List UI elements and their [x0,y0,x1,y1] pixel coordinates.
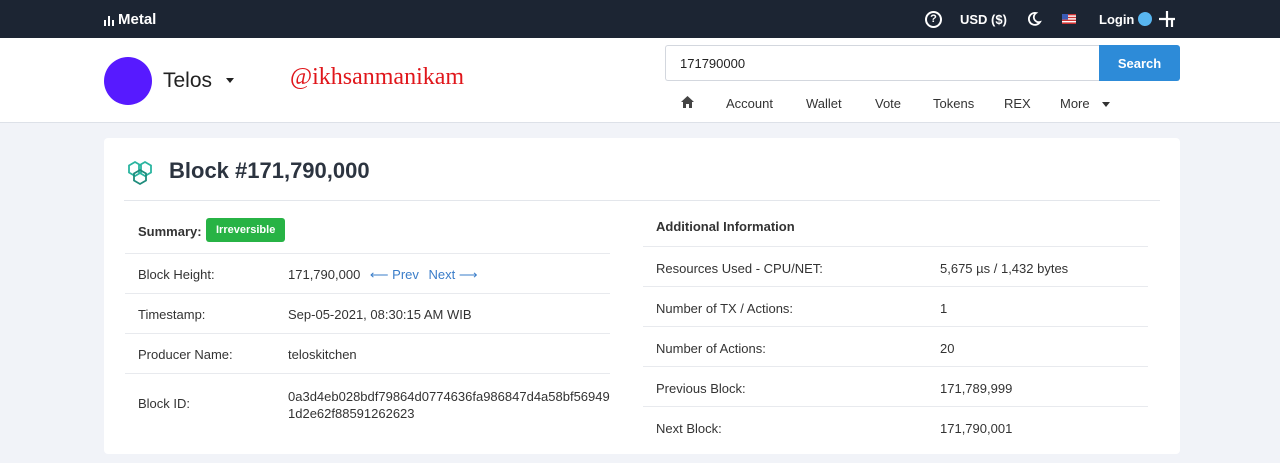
chain-name[interactable]: Telos [163,69,212,93]
resources-value: 5,675 µs / 1,432 bytes [940,261,1069,276]
moon-icon[interactable] [1026,11,1042,27]
flag-icon[interactable] [1062,14,1076,24]
help-icon[interactable]: ? [925,11,942,28]
resources-label: Resources Used - CPU/NET: [656,261,823,276]
additional-info-header: Additional Information [643,210,1148,247]
producer-label: Producer Name: [138,347,233,362]
nav-tokens[interactable]: Tokens [933,96,974,111]
next-block-link[interactable]: 171,790,001 [940,421,1012,436]
top-bar: Metal ? USD ($) Login [0,0,1280,38]
status-badge: Irreversible [206,218,286,242]
prev-block-link[interactable]: ⟵ Prev [370,267,419,282]
resources-row: Resources Used - CPU/NET: 5,675 µs / 1,4… [643,247,1148,287]
brand-logo[interactable]: Metal [104,11,156,28]
brand-mark-icon [104,14,114,26]
watermark-text: @ikhsanmanikam [290,64,465,90]
search-input[interactable] [665,45,1099,81]
divider [124,200,1160,201]
page-title: Block #171,790,000 [169,158,370,183]
login-status-icon [1138,12,1152,26]
timestamp-label: Timestamp: [138,307,206,322]
producer-row: Producer Name: teloskitchen [125,334,610,374]
chevron-down-icon[interactable] [1102,102,1110,107]
nav-rex[interactable]: REX [1004,96,1031,111]
timestamp-value: Sep-05-2021, 08:30:15 AM WIB [288,307,472,322]
summary-label: Summary: [138,224,202,239]
plus-icon[interactable] [1158,10,1176,28]
nav-account[interactable]: Account [726,96,773,111]
nav-more[interactable]: More [1060,96,1090,111]
currency-selector[interactable]: USD ($) [960,12,1007,27]
tx-actions-row: Number of TX / Actions: 1 [643,287,1148,327]
header: Telos @ikhsanmanikam Search Account Wall… [0,38,1280,123]
block-icon [128,160,152,186]
block-height-value: 171,790,000 ⟵ Prev Next ⟶ [288,267,478,283]
previous-block-label: Previous Block: [656,381,746,396]
additional-info-title: Additional Information [656,219,795,234]
timestamp-row: Timestamp: Sep-05-2021, 08:30:15 AM WIB [125,294,610,334]
nav-wallet[interactable]: Wallet [806,96,842,111]
next-block-link[interactable]: Next ⟶ [429,267,478,282]
next-block-row: Next Block: 171,790,001 [643,407,1148,447]
tx-actions-label: Number of TX / Actions: [656,301,794,316]
actions-label: Number of Actions: [656,341,766,356]
block-id-line-2: 1d2e62f88591262623 [288,406,415,421]
actions-value: 20 [940,341,955,356]
block-height-number: 171,790,000 [288,267,361,282]
block-id-value: 0a3d4eb028bdf79864d0774636fa986847d4a58b… [288,388,610,422]
tx-actions-value: 1 [940,301,948,316]
block-id-line-1: 0a3d4eb028bdf79864d0774636fa986847d4a58b… [288,389,610,404]
chevron-down-icon[interactable] [226,78,234,83]
block-card: Block #171,790,000 Summary: Irreversible… [104,138,1180,454]
previous-block-row: Previous Block: 171,789,999 [643,367,1148,407]
search-button[interactable]: Search [1099,45,1180,81]
previous-block-link[interactable]: 171,789,999 [940,381,1012,396]
next-block-label: Next Block: [656,421,722,436]
chain-avatar[interactable] [104,57,152,105]
block-id-label: Block ID: [138,396,191,411]
brand-name: Metal [118,11,157,28]
producer-link[interactable]: teloskitchen [288,347,357,362]
nav-vote[interactable]: Vote [875,96,901,111]
actions-row: Number of Actions: 20 [643,327,1148,367]
summary-row: Summary: Irreversible [125,210,610,254]
home-icon[interactable] [680,95,695,109]
block-id-row: Block ID: 0a3d4eb028bdf79864d0774636fa98… [125,374,610,432]
block-height-label: Block Height: [138,267,215,282]
login-button[interactable]: Login [1099,12,1134,27]
block-height-row: Block Height: 171,790,000 ⟵ Prev Next ⟶ [125,254,610,294]
